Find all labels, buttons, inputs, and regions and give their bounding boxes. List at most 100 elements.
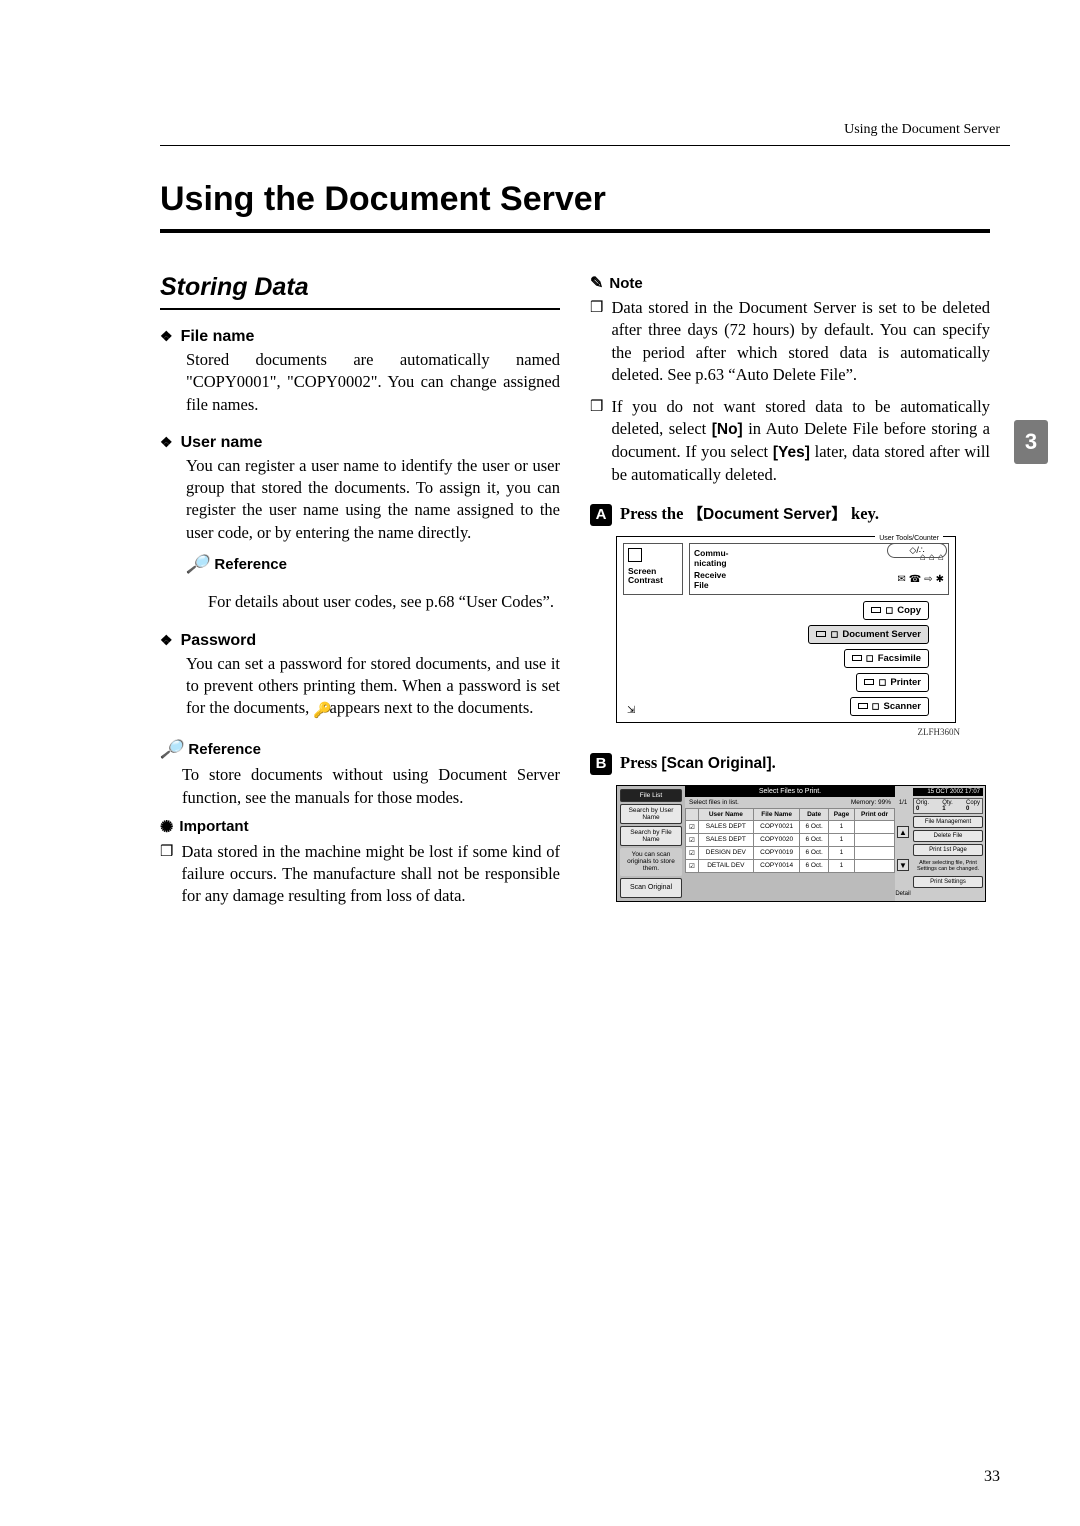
right-column: ✎ Note ❒ Data stored in the Document Ser… (590, 273, 990, 924)
screen-sub-left: Select files in list. (689, 799, 739, 806)
section-rule (160, 308, 560, 310)
reference-label: Reference (214, 556, 287, 573)
col-print-order: Print odr (855, 808, 895, 820)
diamond-icon: ❖ (160, 632, 173, 649)
screen-btn-scan-original[interactable]: Scan Original (620, 878, 682, 898)
mail-icon: ✉ (897, 574, 905, 585)
screen-counter-row: Orig.0 Qty.1 Copy0 (913, 798, 983, 814)
screen-btn-print-1st[interactable]: Print 1st Page (913, 844, 983, 856)
table-row[interactable]: ☑DETAIL DEVCOPY00146 Oct.1 (686, 859, 895, 872)
func-btn-document-server[interactable]: ◻Document Server (808, 625, 929, 644)
bullet-file-name: ❖ File name Stored documents are automat… (160, 328, 560, 416)
bullet-head-label: Password (181, 632, 257, 650)
screen-btn-search-file[interactable]: Search by File Name (620, 826, 682, 846)
col-page: Page (828, 808, 854, 820)
func-btn-copy[interactable]: ◻Copy (863, 601, 929, 620)
bullet-body: You can set a password for stored docume… (186, 653, 560, 722)
table-row[interactable]: ☑SALES DEPTCOPY00206 Oct.1 (686, 833, 895, 846)
important-icon: ✺ (160, 817, 173, 837)
left-column: Storing Data ❖ File name Stored document… (160, 273, 560, 924)
square-bullet-icon: ❒ (590, 297, 603, 386)
running-header: Using the Document Server (844, 122, 1000, 138)
scroll-page-label: 1/1 (899, 800, 907, 806)
screen-datetime: 15 OCT 2002 17:07 (913, 788, 983, 796)
bullet-head-label: File name (181, 328, 255, 346)
col-user-name: User Name (698, 808, 753, 820)
reference-label: Reference (188, 741, 261, 758)
table-row[interactable]: ☑DESIGN DEVCOPY00196 Oct.1 (686, 846, 895, 859)
screen-scroll-col: 1/1 ▲ ▼ Detail (895, 786, 911, 901)
bullet-head-label: User name (181, 434, 263, 452)
arrow-icon: ⇨ (924, 574, 932, 585)
reference-block: 🔎 Reference For details about user codes… (186, 554, 560, 614)
screen-btn-file-management[interactable]: File Management (913, 816, 983, 828)
bullet-body: You can register a user name to identify… (186, 455, 560, 544)
screen-btn-file-list[interactable]: File List (620, 789, 682, 802)
led-icon (816, 631, 826, 637)
func-btn-facsimile[interactable]: ◻Facsimile (844, 649, 929, 668)
note-label: Note (609, 275, 642, 292)
bullet-body: Stored documents are automatically named… (186, 349, 560, 416)
note-heading: ✎ Note (590, 273, 990, 293)
panel-screen-contrast: Screen Contrast (623, 543, 683, 595)
control-panel-illustration: User Tools/Counter ◇/∴ Screen Contrast C… (616, 536, 956, 723)
screen-btn-delete-file[interactable]: Delete File (913, 830, 983, 842)
panel-caption: ZLFH360N (590, 727, 960, 737)
note-item: ❒ If you do not want stored data to be a… (590, 396, 990, 486)
diamond-icon: ❖ (160, 434, 173, 451)
bullet-password: ❖ Password You can set a password for st… (160, 632, 560, 722)
screen-btn-search-user[interactable]: Search by User Name (620, 804, 682, 824)
bullet-user-name: ❖ User name You can register a user name… (160, 434, 560, 614)
screen-right-panel: 15 OCT 2002 17:07 Orig.0 Qty.1 Copy0 Fil… (911, 786, 985, 901)
reference-body: For details about user codes, see p.68 “… (208, 591, 560, 613)
step-badge-1: A (590, 504, 612, 526)
note-icon: ✎ (590, 273, 603, 293)
screen-left-panel: File List Search by User Name Search by … (617, 786, 685, 901)
phone-icon: ☎ (909, 574, 921, 585)
screen-sub-memory: Memory: 99% (851, 799, 891, 806)
step-1: A Press the Document Server key. (590, 502, 990, 526)
reference-icon: 🔎 (186, 554, 208, 575)
star-icon: ✱ (936, 574, 944, 585)
key-document-server: Document Server (688, 506, 847, 523)
reference-body: To store documents without using Documen… (182, 764, 560, 809)
scroll-down-icon[interactable]: ▼ (897, 859, 909, 871)
step-badge-2: B (590, 753, 612, 775)
col-date: Date (800, 808, 828, 820)
square-bullet-icon: ❒ (160, 841, 173, 908)
col-file-name: File Name (753, 808, 800, 820)
section-title-storing: Storing Data (160, 273, 560, 302)
chapter-rule (160, 229, 990, 233)
status-icons-row: ✉ ☎ ⇨ ✱ (897, 574, 944, 585)
note-item: ❒ Data stored in the Document Server is … (590, 297, 990, 386)
screen-title-bar: Select Files to Print. (685, 786, 895, 797)
scroll-detail-label: Detail (895, 891, 910, 897)
important-label: Important (179, 818, 248, 835)
screen-hint-text: After selecting file, Print Settings can… (913, 858, 983, 874)
function-button-row: ◻Copy ◻Document Server ◻Facsimile ◻Print… (623, 601, 929, 716)
scroll-up-icon[interactable]: ▲ (897, 826, 909, 838)
page-number: 33 (984, 1468, 1000, 1486)
diamond-icon: ⇲ (627, 705, 635, 716)
screen-illustration: File List Search by User Name Search by … (616, 785, 986, 902)
screen-btn-print-settings[interactable]: Print Settings (913, 876, 983, 888)
contrast-dot-icon (628, 548, 642, 562)
table-row[interactable]: ☑SALES DEPTCOPY00216 Oct.1 (686, 820, 895, 833)
square-bullet-icon: ❒ (590, 396, 603, 486)
col-lock-icon (686, 808, 699, 820)
led-icon (852, 655, 862, 661)
chapter-side-tab: 3 (1014, 420, 1048, 464)
important-item: ❒ Data stored in the machine might be lo… (160, 841, 560, 908)
important-heading: ✺ Important (160, 817, 560, 837)
header-rule (160, 145, 1010, 146)
screen-main-panel: Select Files to Print. Select files in l… (685, 786, 895, 901)
led-icon (858, 703, 868, 709)
chapter-title: Using the Document Server (160, 180, 1010, 219)
func-btn-scanner[interactable]: ◻Scanner (850, 697, 929, 716)
screen-hint-text: You can scan originals to store them. (620, 848, 682, 876)
counter-pill: ◇/∴ (887, 543, 947, 558)
screen-file-table: User Name File Name Date Page Print odr … (685, 808, 895, 873)
led-icon (864, 679, 874, 685)
func-btn-printer[interactable]: ◻Printer (856, 673, 929, 692)
diamond-icon: ❖ (160, 328, 173, 345)
